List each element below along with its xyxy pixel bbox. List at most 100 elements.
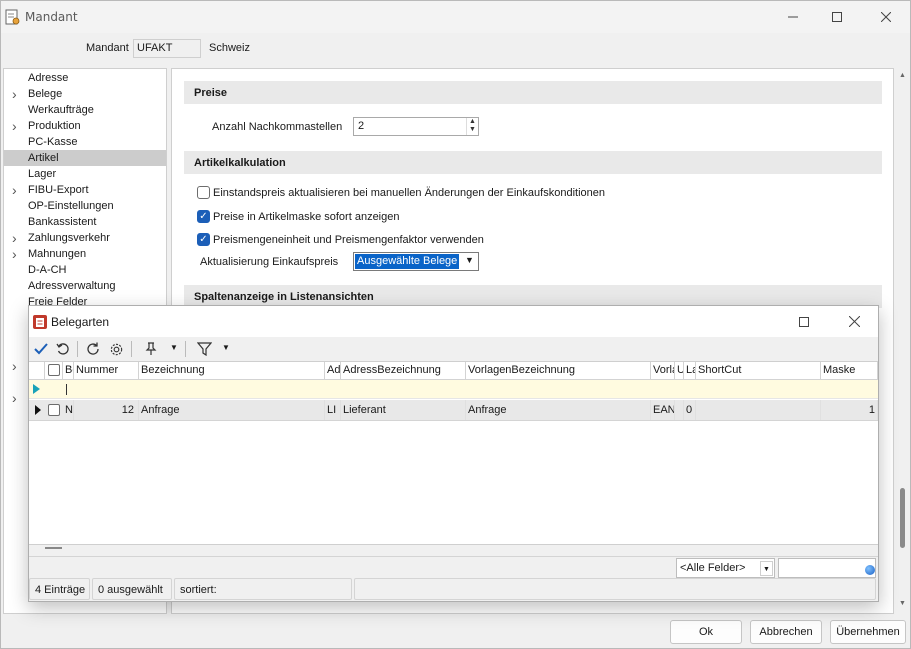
dialog-toolbar: ▼ ▼ bbox=[29, 337, 878, 361]
table-row[interactable]: N 12 Anfrage LI Lieferant Anfrage EAN 0 … bbox=[29, 400, 878, 421]
sidebar-item-label: D-A-CH bbox=[28, 264, 67, 276]
column-header-be[interactable]: Be bbox=[63, 362, 74, 380]
chevron-down-icon[interactable]: ▼ bbox=[760, 561, 773, 576]
status-count: 4 Einträge bbox=[29, 578, 90, 600]
filter-button[interactable] bbox=[194, 340, 214, 358]
filter-field-select[interactable]: <Alle Felder> ▼ bbox=[676, 558, 775, 578]
dialog-status-bar: 4 Einträge 0 ausgewählt sortiert: bbox=[29, 578, 878, 601]
column-header-ad[interactable]: Ad bbox=[325, 362, 341, 380]
sidebar-item[interactable]: Adressverwaltung bbox=[4, 278, 166, 294]
dialog-maximize-button[interactable] bbox=[781, 306, 827, 337]
chevron-right-icon[interactable]: › bbox=[12, 390, 22, 406]
column-header-vorlagenbezeichnung[interactable]: VorlagenBezeichnung bbox=[466, 362, 651, 380]
window-title: Mandant bbox=[25, 10, 78, 24]
sidebar-item[interactable]: Artikel bbox=[4, 150, 166, 166]
sidebar-item-label: Produktion bbox=[28, 120, 81, 132]
sidebar-item[interactable]: › Zahlungsverkehr bbox=[4, 230, 166, 246]
filter-search-input[interactable] bbox=[778, 558, 876, 578]
splitter-handle[interactable] bbox=[45, 547, 62, 549]
search-go-icon[interactable] bbox=[865, 565, 875, 575]
chevron-right-icon[interactable]: › bbox=[12, 182, 22, 198]
aktualisierung-label: Aktualisierung Einkaufspreis bbox=[200, 256, 339, 268]
sidebar-item[interactable]: › Produktion bbox=[4, 118, 166, 134]
sidebar-item[interactable]: Lager bbox=[4, 166, 166, 182]
pin-button[interactable] bbox=[141, 340, 161, 358]
dialog-close-button[interactable] bbox=[831, 306, 877, 337]
settings-button[interactable] bbox=[106, 340, 126, 358]
nachkomma-spinner[interactable]: 2 ▲ ▼ bbox=[353, 117, 479, 136]
mandant-code: UFAKT bbox=[137, 42, 173, 54]
belegarten-dialog: Belegarten ▼ ▼ B Nummer Bezeichnung Ad A… bbox=[28, 305, 879, 602]
gear-icon bbox=[110, 343, 122, 355]
aktualisierung-select[interactable]: Ausgewählte Belege ▼ bbox=[353, 252, 479, 271]
spinner-arrows-icon[interactable]: ▲ ▼ bbox=[466, 118, 478, 135]
sidebar-item-label: Lager bbox=[28, 168, 57, 180]
column-header-bezeichnung[interactable]: Bezeichnung bbox=[139, 362, 325, 380]
chevron-down-icon: ▼ bbox=[465, 255, 474, 265]
sidebar-item[interactable]: › FIBU-Export bbox=[4, 182, 166, 198]
chevron-right-icon[interactable]: › bbox=[12, 230, 22, 246]
preismenge-checkbox[interactable]: ✓ bbox=[197, 233, 210, 246]
pin-dropdown-icon[interactable]: ▼ bbox=[170, 343, 178, 352]
content-scrollbar[interactable]: ▲ ▼ bbox=[896, 68, 909, 614]
scroll-down-icon[interactable]: ▼ bbox=[899, 600, 906, 607]
sidebar-item[interactable]: D-A-CH bbox=[4, 262, 166, 278]
row-indicator-header bbox=[29, 362, 45, 380]
column-header-maske[interactable]: Maske bbox=[821, 362, 878, 380]
sidebar-item[interactable]: Bankassistent bbox=[4, 214, 166, 230]
column-header-vorla[interactable]: Vorla bbox=[651, 362, 675, 380]
select-all-header[interactable] bbox=[45, 362, 63, 380]
new-row[interactable] bbox=[29, 380, 878, 399]
column-header-shortcut[interactable]: ShortCut bbox=[696, 362, 821, 380]
column-header-nummer[interactable]: Nummer bbox=[74, 362, 139, 380]
sidebar-item[interactable]: PC-Kasse bbox=[4, 134, 166, 150]
title-bar: Mandant bbox=[1, 1, 910, 33]
divider bbox=[29, 556, 878, 557]
column-header-adressbezeichnung[interactable]: AdressBezeichnung bbox=[341, 362, 466, 380]
checkmark-icon bbox=[34, 343, 48, 355]
chevron-right-icon[interactable]: › bbox=[12, 118, 22, 134]
scroll-thumb[interactable] bbox=[900, 488, 905, 548]
nachkomma-value: 2 bbox=[358, 120, 365, 132]
pin-icon bbox=[145, 342, 157, 355]
nachkomma-label: Anzahl Nachkommastellen bbox=[212, 121, 343, 133]
minimize-icon bbox=[788, 16, 798, 18]
sidebar-item-label: Bankassistent bbox=[28, 216, 97, 228]
close-button[interactable] bbox=[863, 1, 909, 33]
sidebar-item-label: FIBU-Export bbox=[28, 184, 89, 196]
cell-maske: 1 bbox=[821, 400, 878, 420]
minimize-button[interactable] bbox=[770, 1, 816, 33]
maximize-icon bbox=[832, 12, 842, 22]
sidebar-item[interactable]: › Belege bbox=[4, 86, 166, 102]
refresh-button[interactable] bbox=[83, 340, 103, 358]
sidebar-item[interactable]: Werkaufträge bbox=[4, 102, 166, 118]
preismenge-label: Preismengeneinheit und Preismengenfaktor… bbox=[213, 234, 484, 246]
confirm-button[interactable] bbox=[31, 340, 51, 358]
filter-dropdown-icon[interactable]: ▼ bbox=[222, 343, 230, 352]
chevron-right-icon[interactable]: › bbox=[12, 86, 22, 102]
column-header-u[interactable]: U bbox=[675, 362, 684, 380]
chevron-right-icon[interactable]: › bbox=[12, 246, 22, 262]
cancel-button[interactable]: Abbrechen bbox=[750, 620, 822, 644]
filter-icon bbox=[196, 342, 212, 356]
ok-button[interactable]: Ok bbox=[670, 620, 742, 644]
column-header-la[interactable]: La bbox=[684, 362, 696, 380]
sidebar-item[interactable]: Adresse bbox=[4, 70, 166, 86]
einstandspreis-checkbox[interactable] bbox=[197, 186, 210, 199]
sidebar-item[interactable]: OP-Einstellungen bbox=[4, 198, 166, 214]
chevron-right-icon[interactable]: › bbox=[12, 358, 22, 374]
sidebar-item[interactable]: › Mahnungen bbox=[4, 246, 166, 262]
dialog-title-bar: Belegarten bbox=[29, 306, 878, 337]
undo-button[interactable] bbox=[53, 340, 73, 358]
sidebar-item-label: Zahlungsverkehr bbox=[28, 232, 110, 244]
maximize-button[interactable] bbox=[814, 1, 860, 33]
row-checkbox[interactable] bbox=[48, 404, 60, 416]
belegarten-icon bbox=[33, 315, 47, 329]
sidebar-item-label: Belege bbox=[28, 88, 63, 100]
close-icon bbox=[848, 316, 860, 327]
select-all-checkbox[interactable] bbox=[48, 364, 60, 376]
toolbar-divider bbox=[77, 341, 78, 357]
scroll-up-icon[interactable]: ▲ bbox=[899, 72, 906, 79]
preise-checkbox[interactable]: ✓ bbox=[197, 210, 210, 223]
apply-button[interactable]: Übernehmen bbox=[830, 620, 906, 644]
